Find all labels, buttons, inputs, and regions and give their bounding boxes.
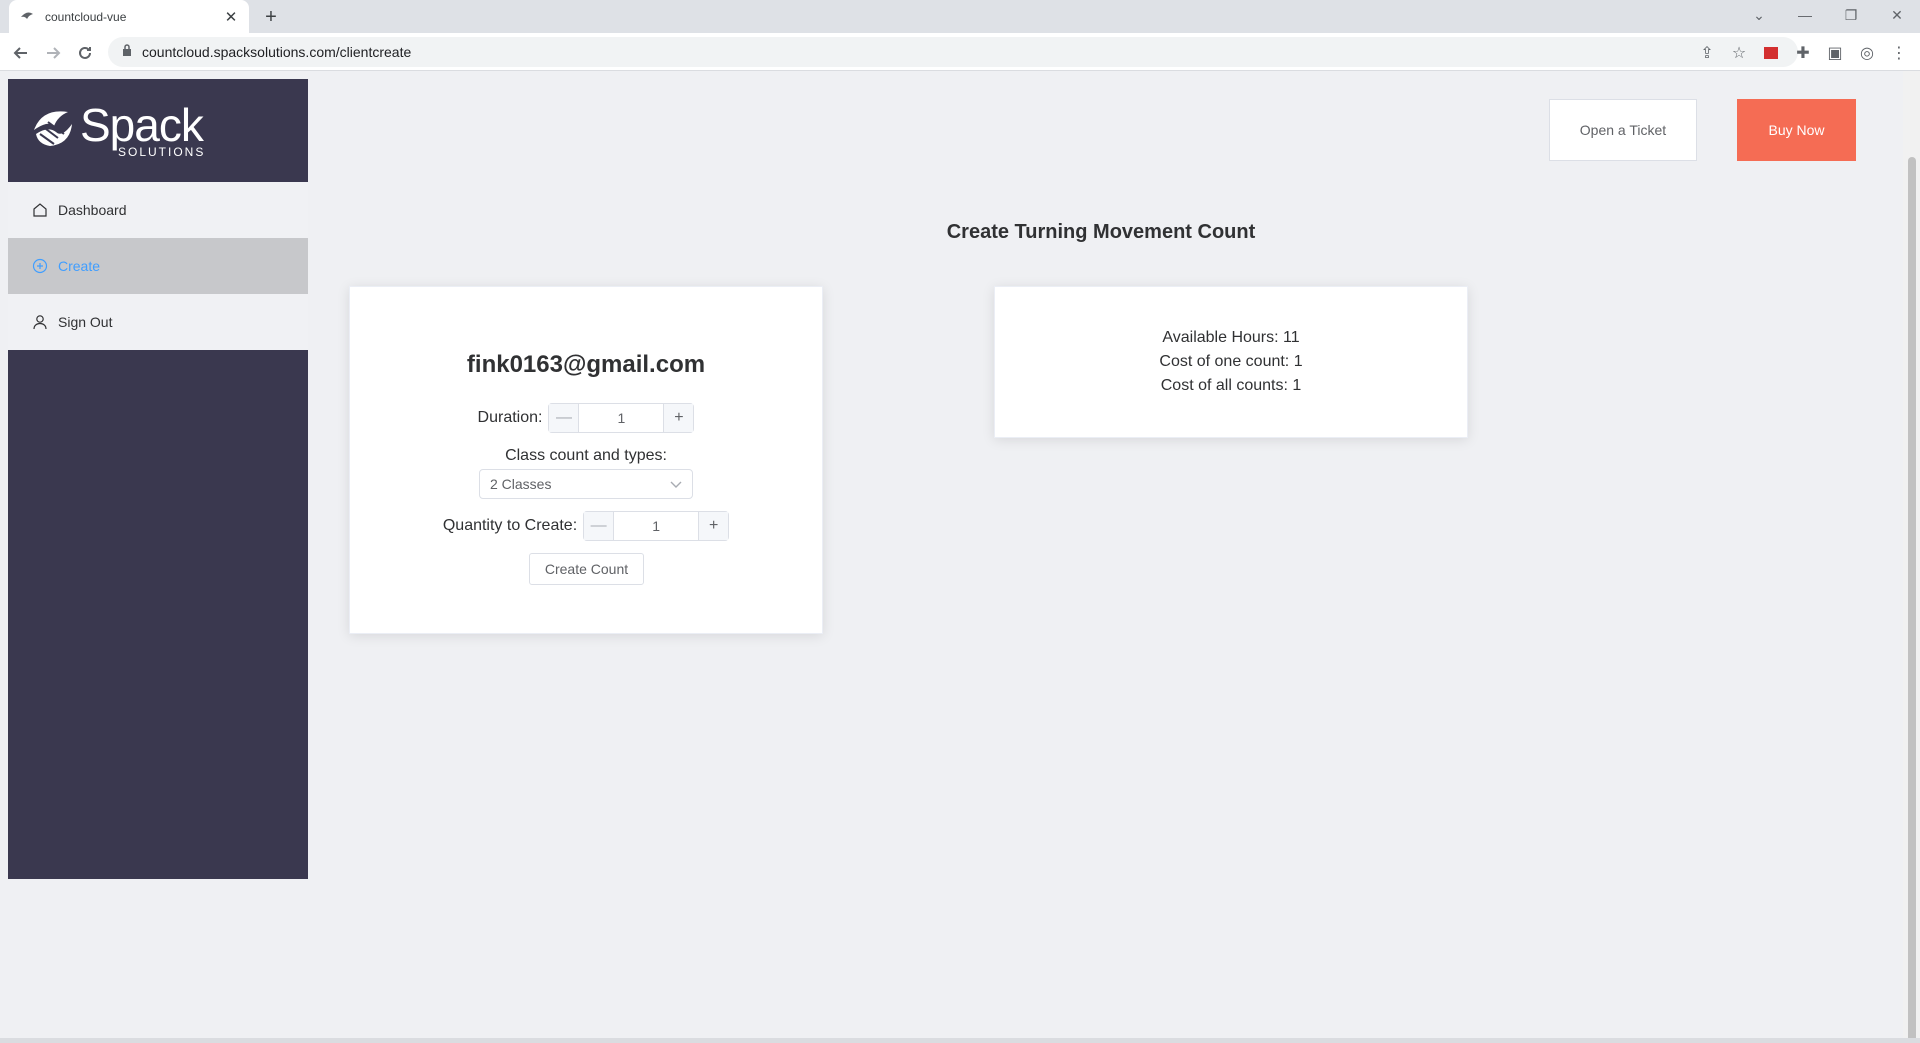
duration-decrease-icon[interactable]: — — [549, 404, 580, 432]
quantity-increase-icon[interactable]: + — [698, 512, 729, 540]
cost-all-counts: Cost of all counts: 1 — [1160, 377, 1302, 394]
url-text: countcloud.spacksolutions.com/clientcrea… — [142, 44, 412, 60]
sidebar-item-sign-out[interactable]: Sign Out — [8, 294, 308, 350]
lock-icon — [122, 43, 132, 61]
page-title: Create Turning Movement Count — [946, 221, 1256, 243]
chevron-down-icon — [670, 476, 682, 492]
side-panel-icon[interactable]: ▣ — [1824, 42, 1846, 64]
cost-one-count: Cost of one count: 1 — [1159, 353, 1303, 370]
reload-icon[interactable] — [74, 42, 96, 64]
logo-subtext: SOLUTIONS — [118, 144, 206, 159]
extension-badge-icon[interactable] — [1760, 42, 1782, 64]
url-field[interactable]: countcloud.spacksolutions.com/clientcrea… — [108, 37, 1798, 67]
browser-address-bar: countcloud.spacksolutions.com/clientcrea… — [0, 33, 1920, 71]
tab-search-icon[interactable]: ⌄ — [1736, 0, 1782, 30]
profile-icon[interactable]: ◎ — [1856, 42, 1878, 64]
spack-favicon-icon — [19, 9, 35, 25]
page-content: Spack SOLUTIONS Dashboard Create Sign Ou… — [0, 71, 1920, 1043]
menu-kebab-icon[interactable]: ⋮ — [1888, 42, 1910, 64]
plus-circle-icon — [32, 258, 48, 274]
new-tab-icon[interactable]: + — [258, 4, 284, 30]
forward-icon[interactable] — [42, 42, 64, 64]
sidebar-item-create[interactable]: Create — [8, 238, 308, 294]
buy-now-button[interactable]: Buy Now — [1737, 99, 1856, 161]
logo-text: Spack — [80, 98, 204, 151]
close-tab-icon[interactable]: ✕ — [223, 8, 239, 26]
client-email: fink0163@gmail.com — [466, 351, 706, 378]
open-ticket-button[interactable]: Open a Ticket — [1549, 99, 1697, 161]
class-count-label: Class count and types: — [505, 447, 667, 464]
browser-tab-bar: countcloud-vue ✕ + ⌄ — ❐ ✕ — [0, 0, 1920, 33]
sidebar-item-label: Sign Out — [58, 314, 113, 330]
sidebar-menu: Dashboard Create Sign Out — [8, 182, 308, 350]
class-count-value: 2 Classes — [490, 476, 552, 492]
create-count-button[interactable]: Create Count — [529, 553, 644, 585]
quantity-stepper: — 1 + — [583, 511, 730, 541]
hours-info-card: Available Hours: 11 Cost of one count: 1… — [994, 286, 1468, 438]
minimize-icon[interactable]: — — [1782, 0, 1828, 30]
duration-stepper: — 1 + — [548, 403, 695, 433]
share-icon[interactable]: ⇪ — [1696, 42, 1718, 64]
duration-label: Duration: — [477, 409, 543, 426]
spack-logo-icon — [28, 104, 76, 157]
available-hours: Available Hours: 11 — [1162, 329, 1300, 346]
user-icon — [32, 314, 48, 330]
create-count-card: fink0163@gmail.com Duration: — 1 + Class… — [349, 286, 823, 634]
logo[interactable]: Spack SOLUTIONS — [8, 79, 308, 182]
class-count-select[interactable]: 2 Classes — [479, 469, 693, 499]
page-scrollbar[interactable] — [1903, 71, 1920, 1043]
tab-title: countcloud-vue — [45, 9, 127, 24]
quantity-input[interactable]: 1 — [614, 512, 698, 540]
duration-row: Duration: — 1 + — [350, 403, 822, 433]
scrollbar-thumb[interactable] — [1908, 157, 1916, 1043]
duration-input[interactable]: 1 — [579, 404, 663, 432]
sidebar: Spack SOLUTIONS Dashboard Create Sign Ou… — [8, 79, 308, 879]
quantity-decrease-icon[interactable]: — — [584, 512, 615, 540]
browser-tab[interactable]: countcloud-vue ✕ — [9, 0, 249, 33]
back-icon[interactable] — [10, 42, 32, 64]
sidebar-item-label: Create — [58, 258, 101, 274]
duration-increase-icon[interactable]: + — [663, 404, 694, 432]
quantity-label: Quantity to Create: — [442, 517, 578, 534]
extensions-puzzle-icon[interactable]: ✚ — [1792, 42, 1814, 64]
sidebar-item-label: Dashboard — [58, 202, 127, 218]
browser-toolbar: ⇪ ☆ ✚ ▣ ◎ ⋮ — [1696, 42, 1920, 64]
bookmark-star-icon[interactable]: ☆ — [1728, 42, 1750, 64]
close-window-icon[interactable]: ✕ — [1874, 0, 1920, 30]
bottom-strip — [0, 1038, 1920, 1043]
home-icon — [32, 202, 48, 218]
window-controls: ⌄ — ❐ ✕ — [1736, 0, 1920, 30]
quantity-row: Quantity to Create: — 1 + — [350, 511, 822, 541]
restore-icon[interactable]: ❐ — [1828, 0, 1874, 30]
